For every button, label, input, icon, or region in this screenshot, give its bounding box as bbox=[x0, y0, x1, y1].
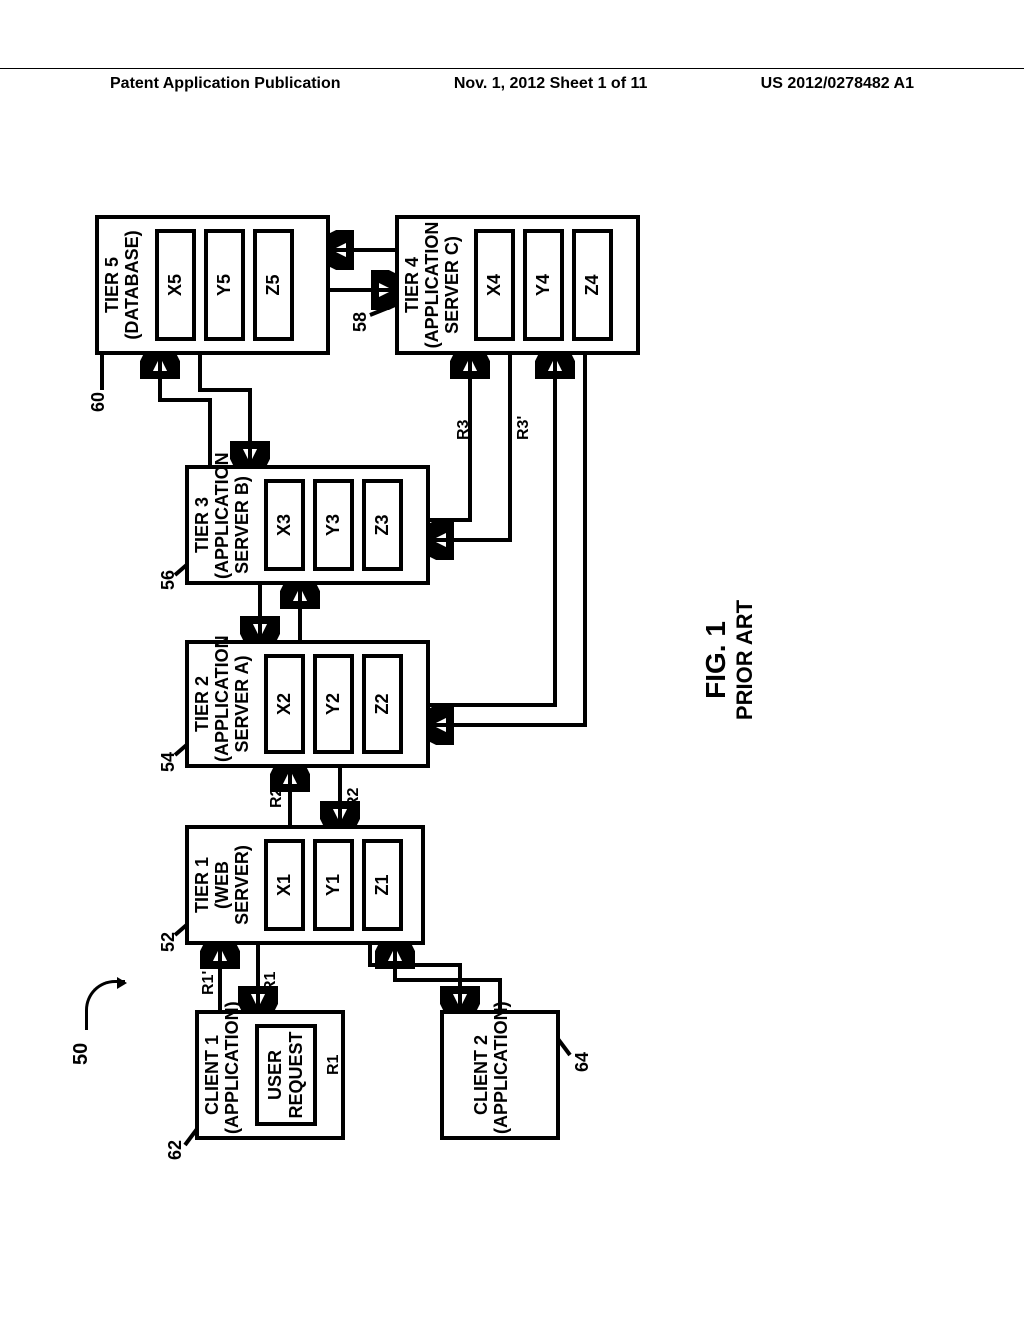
client-1-box: CLIENT 1 (APPLICATION) USER REQUEST bbox=[195, 1010, 345, 1140]
tier-2-title: TIER 2 (APPLICATION SERVER A) bbox=[189, 644, 256, 764]
ref-r1: R1 bbox=[262, 972, 280, 992]
client-2-box: CLIENT 2 (APPLICATION) bbox=[440, 1010, 560, 1140]
page-header: Patent Application Publication Nov. 1, 2… bbox=[0, 68, 1024, 93]
ref-56: 56 bbox=[158, 570, 179, 590]
client-1-title: CLIENT 1 (APPLICATION) bbox=[199, 1014, 247, 1136]
tier-3-x: X3 bbox=[264, 479, 305, 571]
ref-52: 52 bbox=[158, 932, 179, 952]
tier-2-z: Z2 bbox=[362, 654, 403, 754]
tier-5-x: X5 bbox=[155, 229, 196, 341]
ref-60: 60 bbox=[88, 392, 109, 412]
header-left: Patent Application Publication bbox=[110, 75, 341, 93]
figure-label: FIG. 1 PRIOR ART bbox=[700, 560, 758, 760]
tier-4-box: TIER 4 (APPLICATION SERVER C) X4 Y4 Z4 bbox=[395, 215, 640, 355]
figure-area: 50 bbox=[0, 150, 1024, 1200]
ref-r3: R3 bbox=[455, 420, 473, 440]
tier-5-title: TIER 5 (DATABASE) bbox=[99, 219, 147, 351]
ref-62: 62 bbox=[165, 1140, 186, 1160]
leader-arc-icon bbox=[85, 980, 125, 1030]
tier-5-box: TIER 5 (DATABASE) X5 Y5 Z5 bbox=[95, 215, 330, 355]
tier-4-x: X4 bbox=[474, 229, 515, 341]
tier-2-box: TIER 2 (APPLICATION SERVER A) X2 Y2 Z2 bbox=[185, 640, 430, 768]
figure-subtitle: PRIOR ART bbox=[732, 560, 758, 760]
ref-58: 58 bbox=[350, 312, 371, 332]
tier-4-z: Z4 bbox=[572, 229, 613, 341]
tier-3-z: Z3 bbox=[362, 479, 403, 571]
tier-3-box: TIER 3 (APPLICATION SERVER B) X3 Y3 Z3 bbox=[185, 465, 430, 585]
tier-1-x: X1 bbox=[264, 839, 305, 931]
tier-3-y: Y3 bbox=[313, 479, 354, 571]
tier-4-title: TIER 4 (APPLICATION SERVER C) bbox=[399, 219, 466, 351]
tier-1-box: TIER 1 (WEB SERVER) X1 Y1 Z1 bbox=[185, 825, 425, 945]
diagram: 50 bbox=[0, 150, 1024, 1200]
tier-2-x: X2 bbox=[264, 654, 305, 754]
client-2-title: CLIENT 2 (APPLICATION) bbox=[444, 1014, 516, 1136]
ref-54: 54 bbox=[158, 752, 179, 772]
header-right: US 2012/0278482 A1 bbox=[761, 75, 914, 93]
ref-r1p: R1' bbox=[200, 971, 218, 995]
user-request-box: USER REQUEST bbox=[255, 1024, 317, 1126]
tier-1-z: Z1 bbox=[362, 839, 403, 931]
ref-r2p: R2' bbox=[268, 784, 286, 808]
tier-1-y: Y1 bbox=[313, 839, 354, 931]
tier-5-y: Y5 bbox=[204, 229, 245, 341]
header-center: Nov. 1, 2012 Sheet 1 of 11 bbox=[454, 75, 648, 93]
tier-5-z: Z5 bbox=[253, 229, 294, 341]
ref-r1-inner: R1 bbox=[325, 1055, 343, 1075]
ref-50: 50 bbox=[70, 1043, 93, 1065]
tier-1-title: TIER 1 (WEB SERVER) bbox=[189, 829, 256, 941]
tier-4-y: Y4 bbox=[523, 229, 564, 341]
ref-r3p: R3' bbox=[515, 416, 533, 440]
figure-number: FIG. 1 bbox=[700, 560, 732, 760]
tier-3-title: TIER 3 (APPLICATION SERVER B) bbox=[189, 469, 256, 581]
ref-64: 64 bbox=[572, 1052, 593, 1072]
ref-r2: R2 bbox=[345, 788, 363, 808]
tier-2-y: Y2 bbox=[313, 654, 354, 754]
